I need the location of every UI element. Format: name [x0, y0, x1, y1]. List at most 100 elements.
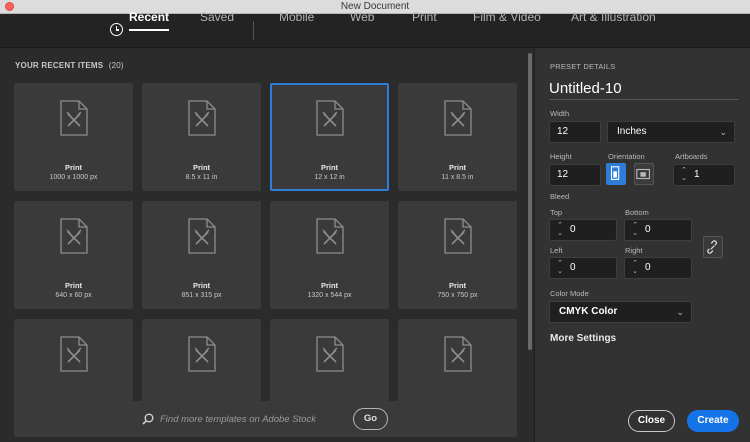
recent-item[interactable]: Print 11 x 8.5 in [398, 83, 517, 191]
document-icon [316, 100, 344, 136]
tab-web[interactable]: Web [350, 0, 374, 34]
recent-item[interactable] [142, 319, 261, 403]
chevron-down-icon: ⌄ [676, 307, 684, 317]
tab-mobile[interactable]: Mobile [279, 0, 314, 34]
recent-item-name: Print [192, 281, 211, 290]
recent-item-name: Print [448, 281, 467, 290]
color-mode-label: Color Mode [550, 289, 589, 298]
recent-item-size: 851 x 315 px [181, 292, 222, 299]
units-dropdown[interactable]: Inches ⌄ [607, 121, 735, 143]
document-icon [60, 218, 88, 254]
height-value: 12 [557, 169, 569, 180]
width-field[interactable]: 12 [549, 121, 601, 143]
document-icon [316, 218, 344, 254]
link-icon [707, 240, 717, 254]
units-value: Inches [617, 126, 647, 137]
width-label: Width [550, 109, 570, 118]
document-icon [188, 218, 216, 254]
search-icon [142, 413, 154, 425]
height-field[interactable]: 12 [549, 164, 601, 186]
bleed-top-stepper[interactable]: ⌃ ⌄ 0 [549, 219, 617, 241]
recent-item[interactable] [14, 319, 133, 403]
tab-recent[interactable]: Recent [129, 0, 170, 34]
bleed-top-value: 0 [570, 224, 576, 235]
artboards-label: Artboards [675, 152, 708, 161]
adobe-stock-search-bar: Go [14, 401, 517, 437]
tab-art-illustration[interactable]: Art & Illustration [571, 0, 656, 34]
bleed-left-stepper[interactable]: ⌃ ⌄ 0 [549, 257, 617, 279]
clock-icon [110, 23, 123, 36]
tab-film-video[interactable]: Film & Video [473, 0, 541, 34]
color-mode-dropdown[interactable]: CMYK Color ⌄ [549, 301, 692, 323]
bleed-bottom-stepper[interactable]: ⌃ ⌄ 0 [624, 219, 692, 241]
artboards-stepper[interactable]: ⌃ ⌄ 1 [673, 164, 735, 186]
stock-search-input[interactable] [160, 412, 350, 426]
recent-items-scrollbar[interactable] [527, 48, 534, 442]
bleed-left-value: 0 [570, 262, 576, 273]
bleed-label: Bleed [550, 192, 570, 201]
stepper-arrows-icon[interactable]: ⌃ ⌄ [555, 260, 565, 276]
recent-item-name: Print [64, 163, 83, 172]
recent-item[interactable]: Print 750 x 750 px [398, 201, 517, 309]
tab-divider [253, 21, 254, 40]
tab-recent-label: Recent [129, 10, 170, 24]
active-tab-underline [129, 29, 170, 31]
document-icon [444, 100, 472, 136]
document-name-input[interactable] [549, 78, 739, 100]
document-icon [188, 100, 216, 136]
recent-items-count: (20) [108, 61, 124, 70]
bleed-right-stepper[interactable]: ⌃ ⌄ 0 [624, 257, 692, 279]
recent-items-title: YOUR RECENT ITEMS (20) [15, 61, 124, 70]
landscape-orientation-button[interactable] [634, 163, 654, 185]
recent-items-panel: YOUR RECENT ITEMS (20) Print 1000 x 1000… [0, 48, 534, 442]
create-button[interactable]: Create [687, 410, 739, 432]
stepper-arrows-icon[interactable]: ⌃ ⌄ [679, 167, 689, 183]
bleed-left-label: Left [550, 246, 563, 255]
height-label: Height [550, 152, 572, 161]
landscape-icon [636, 168, 650, 180]
document-icon [60, 100, 88, 136]
tab-print[interactable]: Print [412, 0, 437, 34]
link-bleed-button[interactable] [703, 236, 723, 258]
recent-item-name: Print [320, 163, 339, 172]
recent-item-size: 750 x 750 px [437, 292, 478, 299]
recent-item[interactable]: Print 640 x 60 px [14, 201, 133, 309]
width-value: 12 [557, 126, 569, 137]
bleed-bottom-label: Bottom [625, 208, 649, 217]
portrait-orientation-button[interactable] [606, 163, 626, 185]
recent-item[interactable] [270, 319, 389, 403]
recent-item-name: Print [320, 281, 339, 290]
recent-item[interactable] [398, 319, 517, 403]
document-icon [60, 336, 88, 372]
stepper-arrows-icon[interactable]: ⌃ ⌄ [555, 222, 565, 238]
bleed-bottom-value: 0 [645, 224, 651, 235]
recent-item-selected[interactable]: Print 12 x 12 in [270, 83, 389, 191]
recent-item-size: 8.5 x 11 in [185, 174, 218, 181]
recent-item[interactable]: Print 1320 x 544 px [270, 201, 389, 309]
bleed-top-label: Top [550, 208, 563, 217]
document-icon [316, 336, 344, 372]
chevron-down-icon: ⌄ [719, 127, 727, 137]
recent-item[interactable]: Print 1000 x 1000 px [14, 83, 133, 191]
go-button[interactable]: Go [353, 408, 388, 430]
recent-item[interactable]: Print 851 x 315 px [142, 201, 261, 309]
recent-item-size: 12 x 12 in [314, 174, 345, 181]
document-icon [444, 336, 472, 372]
recent-item[interactable]: Print 8.5 x 11 in [142, 83, 261, 191]
preset-details-heading: PRESET DETAILS [550, 62, 616, 71]
bleed-right-label: Right [625, 246, 643, 255]
close-button[interactable]: Close [628, 410, 675, 432]
scrollbar-thumb[interactable] [528, 53, 532, 350]
recent-item-name: Print [64, 281, 83, 290]
document-icon [444, 218, 472, 254]
bleed-right-value: 0 [645, 262, 651, 273]
more-settings-link[interactable]: More Settings [550, 333, 616, 344]
portrait-icon [610, 166, 620, 180]
tab-saved[interactable]: Saved [200, 0, 234, 34]
stepper-arrows-icon[interactable]: ⌃ ⌄ [630, 222, 640, 238]
preset-details-panel: PRESET DETAILS Width 12 Inches ⌄ Height … [534, 48, 750, 442]
color-mode-value: CMYK Color [559, 306, 618, 317]
stepper-arrows-icon[interactable]: ⌃ ⌄ [630, 260, 640, 276]
recent-items-grid: Print 1000 x 1000 px Print 8.5 x 11 in P… [14, 83, 518, 403]
document-icon [188, 336, 216, 372]
